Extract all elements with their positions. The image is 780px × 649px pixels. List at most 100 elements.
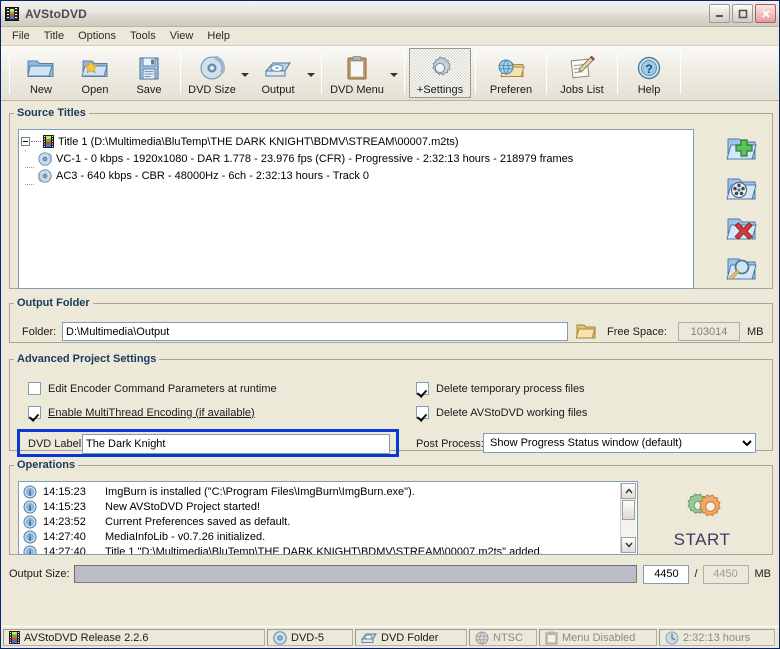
edit-title-button[interactable] [720, 169, 764, 209]
browse-folder-button[interactable] [576, 322, 596, 340]
menu-item-help[interactable]: Help [200, 28, 237, 44]
status-menu-state-text: Menu Disabled [562, 631, 636, 644]
dvd-label-input[interactable] [82, 434, 390, 454]
checkbox-enable-multithread[interactable]: Enable MultiThread Encoding (if availabl… [28, 406, 255, 419]
add-title-button[interactable] [720, 129, 764, 169]
minimize-button[interactable] [709, 4, 730, 23]
status-cell-menu-state[interactable]: Menu Disabled [539, 629, 657, 646]
toolbar-label-dvd-menu: DVD Menu [330, 84, 384, 96]
checkbox-delete-working-files[interactable]: Delete AVStoDVD working files [416, 406, 587, 419]
folder-delete-icon [726, 218, 757, 240]
tree-title-text: Title 1 (D:\Multimedia\BluTemp\THE DARK … [58, 135, 459, 148]
tree-line [31, 141, 41, 142]
menu-item-file[interactable]: File [5, 28, 37, 44]
close-button[interactable] [755, 4, 776, 23]
toolbar-label-new: New [29, 84, 52, 96]
scrollbar-track[interactable] [621, 521, 636, 537]
toolbar-button-open[interactable]: Open [68, 48, 122, 98]
scroll-up-button[interactable] [621, 483, 636, 499]
menu-bar: File Title Options Tools View Help [1, 27, 779, 46]
dvd-disc-icon [199, 53, 225, 83]
checkbox-label: Delete AVStoDVD working files [436, 406, 588, 419]
remove-title-button[interactable] [720, 209, 764, 249]
toolbar-separator [9, 52, 10, 94]
toolbar-button-settings[interactable]: +Settings [409, 48, 471, 98]
toolbar-button-new[interactable]: New [14, 48, 68, 98]
start-button[interactable]: START [646, 481, 758, 557]
checkbox-box[interactable] [416, 382, 429, 395]
toolbar-button-save[interactable]: Save [122, 48, 176, 98]
info-icon: i [23, 530, 37, 543]
toolbar-button-help[interactable]: ? Help [622, 48, 676, 98]
post-process-select[interactable]: Show Progress Status window (default) [483, 433, 756, 453]
toolbar-dropdown-output[interactable] [305, 48, 317, 98]
checkbox-box[interactable] [28, 406, 41, 419]
film-strip-icon [9, 631, 20, 644]
preview-title-button[interactable] [720, 249, 764, 289]
status-cell-video-standard[interactable]: NTSC [469, 629, 537, 646]
toolbar-dropdown-dvd-menu[interactable] [388, 48, 400, 98]
toolbar-separator [321, 52, 322, 94]
toolbar-button-dvd-size[interactable]: DVD Size [185, 48, 239, 98]
checkbox-box[interactable] [28, 382, 41, 395]
status-cell-dvd-size[interactable]: DVD-5 [267, 629, 353, 646]
log-time: 14:15:23 [43, 485, 86, 498]
toolbar-dropdown-dvd-size[interactable] [239, 48, 251, 98]
log-message: MediaInfoLib - v0.7.26 initialized. [105, 530, 266, 543]
maximize-button[interactable] [732, 4, 753, 23]
dvd-drive-icon [263, 53, 293, 83]
checkbox-label[interactable]: Enable MultiThread Encoding (if availabl… [48, 407, 255, 419]
toolbar-label-preferences: Preferen [489, 84, 533, 96]
menu-item-view[interactable]: View [163, 28, 201, 44]
free-space-unit: MB [747, 326, 764, 338]
menu-item-options[interactable]: Options [71, 28, 123, 44]
toolbar-button-dvd-menu[interactable]: DVD Menu [326, 48, 388, 98]
start-button-label: START [673, 530, 731, 549]
chevron-down-icon [307, 73, 315, 77]
operations-log-list[interactable]: i 14:15:23 ImgBurn is installed ("C:\Pro… [18, 481, 638, 555]
tree-row-title[interactable]: Title 1 (D:\Multimedia\BluTemp\THE DARK … [21, 133, 691, 150]
log-time: 14:15:23 [43, 500, 86, 513]
toolbar-separator [404, 52, 405, 94]
video-disc-icon [38, 151, 52, 166]
checkbox-edit-encoder-params[interactable]: Edit Encoder Command Parameters at runti… [28, 382, 277, 395]
status-output-type-text: DVD Folder [381, 631, 439, 644]
collapse-icon[interactable] [21, 137, 30, 146]
menu-item-tools[interactable]: Tools [123, 28, 163, 44]
output-size-current[interactable]: 4450 [643, 564, 690, 584]
log-message: Current Preferences saved as default. [105, 515, 291, 528]
open-folder-icon [576, 324, 596, 339]
checkbox-box[interactable] [416, 406, 429, 419]
tree-row-audio-stream[interactable]: AC3 - 640 kbps - CBR - 48000Hz - 6ch - 2… [21, 166, 691, 185]
toolbar-button-output[interactable]: Output [251, 48, 305, 98]
scroll-down-button[interactable] [621, 537, 636, 553]
advanced-settings-legend: Advanced Project Settings [17, 353, 157, 365]
dvd-label-label: DVD Label: [28, 438, 85, 450]
checkbox-label: Delete temporary process files [436, 382, 585, 395]
chevron-down-icon [624, 542, 633, 548]
tree-row-video-stream[interactable]: VC-1 - 0 kbps - 1920x1080 - DAR 1.778 - … [21, 149, 691, 168]
title-bar: AVStoDVD [1, 1, 779, 27]
source-titles-tree[interactable]: Title 1 (D:\Multimedia\BluTemp\THE DARK … [18, 129, 694, 289]
toolbar-button-jobs-list[interactable]: Jobs List [551, 48, 613, 98]
operations-scrollbar[interactable] [620, 483, 636, 553]
log-row: i 14:23:52 Current Preferences saved as … [21, 514, 637, 529]
post-process-label: Post Process: [416, 438, 484, 450]
open-folder-star-icon [80, 53, 110, 83]
log-row: i 14:15:23 ImgBurn is installed ("C:\Pro… [21, 484, 637, 499]
application-window: AVStoDVD File Title Options Tools View H… [0, 0, 780, 649]
clipboard-icon [545, 631, 558, 644]
menu-item-title[interactable]: Title [37, 28, 71, 44]
output-folder-input[interactable] [62, 322, 568, 341]
output-folder-group: Output Folder Folder: Free Space: MB [9, 297, 773, 343]
main-content: Source Titles Title 1 (D:\Multimedia\Blu… [1, 101, 779, 626]
toolbar-button-preferences[interactable]: Preferen [480, 48, 542, 98]
status-cell-output-type[interactable]: DVD Folder [355, 629, 467, 646]
tree-audio-text: AC3 - 640 kbps - CBR - 48000Hz - 6ch - 2… [56, 169, 370, 182]
free-space-value [678, 322, 740, 341]
scrollbar-thumb[interactable] [622, 500, 635, 520]
output-size-separator: / [694, 568, 698, 580]
source-titles-group: Source Titles Title 1 (D:\Multimedia\Blu… [9, 107, 773, 289]
checkbox-delete-temp-files[interactable]: Delete temporary process files [416, 382, 585, 395]
source-titles-legend: Source Titles [17, 107, 86, 119]
